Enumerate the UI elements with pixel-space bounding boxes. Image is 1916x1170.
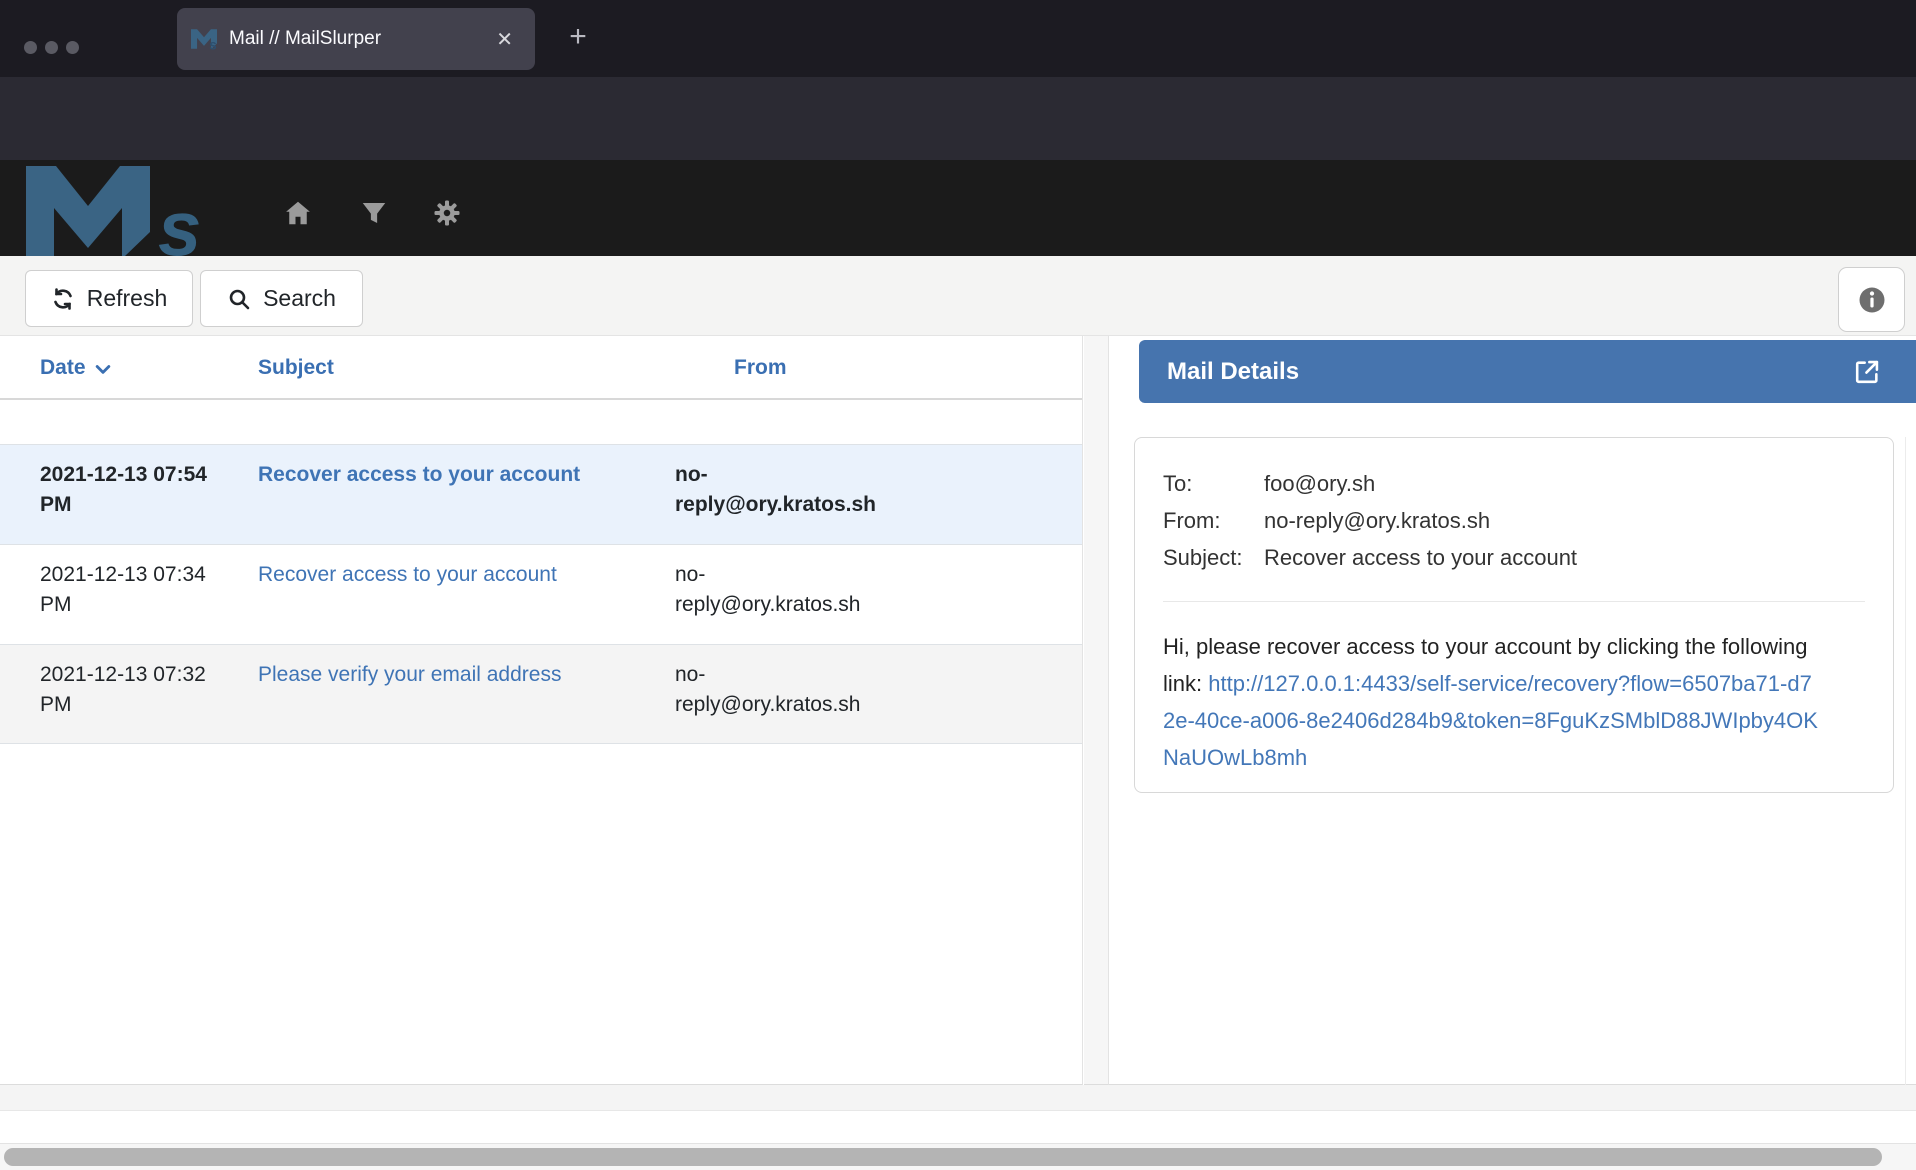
filter-icon[interactable] (359, 198, 389, 228)
recovery-link[interactable]: http://127.0.0.1:4433/self-service/recov… (1163, 671, 1818, 770)
to-label: To: (1163, 468, 1264, 499)
browser-titlebar: s Mail // MailSlurper ✕ + (0, 0, 1916, 77)
column-header-from[interactable]: From (675, 336, 1082, 398)
mail-subject-link[interactable]: Please verify your email address (218, 645, 675, 743)
mail-subject-link[interactable]: Recover access to your account (218, 445, 675, 544)
mail-from: no-reply@ory.kratos.sh (675, 445, 890, 544)
list-spacer (0, 400, 1082, 444)
mail-date: 2021-12-13 07:54 PM (0, 445, 218, 544)
column-header-subject[interactable]: Subject (218, 336, 675, 398)
mail-details-card: To: foo@ory.sh From: no-reply@ory.kratos… (1134, 437, 1894, 793)
gear-icon[interactable] (432, 198, 462, 228)
action-toolbar: Refresh Search (0, 256, 1916, 336)
window-controls[interactable] (24, 41, 79, 54)
mail-from: no-reply@ory.kratos.sh (675, 545, 890, 644)
window-minimize-icon[interactable] (45, 41, 58, 54)
search-button[interactable]: Search (200, 270, 363, 327)
window-zoom-icon[interactable] (66, 41, 79, 54)
scrollbar-thumb[interactable] (4, 1148, 1882, 1166)
external-link-icon[interactable] (1853, 358, 1881, 386)
tab-close-icon[interactable]: ✕ (488, 23, 521, 56)
subject-label: Subject: (1163, 542, 1264, 573)
mail-details-panel: Mail Details To: foo@ory.sh From: no-rep… (1108, 336, 1916, 1085)
sort-chevron-down-icon (93, 359, 113, 379)
from-value: no-reply@ory.kratos.sh (1264, 505, 1865, 536)
content-area: Date Subject From 2021-12-13 07:54 PM Re… (0, 336, 1916, 1085)
tab-title: Mail // MailSlurper (229, 28, 488, 50)
mail-from: no-reply@ory.kratos.sh (675, 645, 890, 743)
column-header-date[interactable]: Date (0, 336, 218, 398)
mail-row[interactable]: 2021-12-13 07:34 PM Recover access to yo… (0, 544, 1082, 644)
refresh-label: Refresh (87, 285, 168, 312)
browser-toolbar: 127.0.0.1:4436/# 90% (0, 77, 1916, 160)
svg-text:s: s (209, 37, 216, 52)
search-icon (227, 287, 251, 311)
refresh-button[interactable]: Refresh (25, 270, 193, 327)
mail-body: Hi, please recover access to your accoun… (1163, 628, 1818, 776)
search-label: Search (263, 285, 336, 312)
mail-row[interactable]: 2021-12-13 07:32 PM Please verify your e… (0, 644, 1082, 744)
subject-value: Recover access to your account (1264, 542, 1865, 573)
to-value: foo@ory.sh (1264, 468, 1865, 499)
browser-tab[interactable]: s Mail // MailSlurper ✕ (177, 8, 535, 70)
info-button[interactable] (1838, 267, 1905, 332)
mail-list-header: Date Subject From (0, 336, 1082, 400)
mail-subject-link[interactable]: Recover access to your account (218, 545, 675, 644)
mail-list-panel: Date Subject From 2021-12-13 07:54 PM Re… (0, 336, 1083, 1085)
info-icon (1857, 285, 1887, 315)
details-divider (1163, 601, 1865, 602)
mail-row-selected[interactable]: 2021-12-13 07:54 PM Recover access to yo… (0, 444, 1082, 544)
home-icon[interactable] (283, 198, 313, 228)
mailslurper-favicon-icon: s (191, 26, 217, 52)
mail-details-header: Mail Details (1139, 340, 1916, 403)
svg-text:s: s (158, 184, 201, 256)
mailslurper-logo[interactable]: s (26, 162, 231, 256)
from-label: From: (1163, 505, 1264, 536)
mail-meta: To: foo@ory.sh From: no-reply@ory.kratos… (1163, 468, 1865, 573)
window-close-icon[interactable] (24, 41, 37, 54)
details-scroll-track (1905, 437, 1906, 1085)
new-tab-button[interactable]: + (556, 16, 600, 60)
refresh-icon (51, 287, 75, 311)
horizontal-scrollbar[interactable] (0, 1143, 1916, 1170)
app-navbar: s (0, 160, 1916, 256)
mail-details-title: Mail Details (1167, 358, 1853, 386)
footer-band (0, 1085, 1916, 1111)
mail-date: 2021-12-13 07:34 PM (0, 545, 218, 644)
mail-date: 2021-12-13 07:32 PM (0, 645, 218, 743)
footer-spacer (0, 1112, 1916, 1143)
panel-divider (1084, 336, 1108, 1085)
